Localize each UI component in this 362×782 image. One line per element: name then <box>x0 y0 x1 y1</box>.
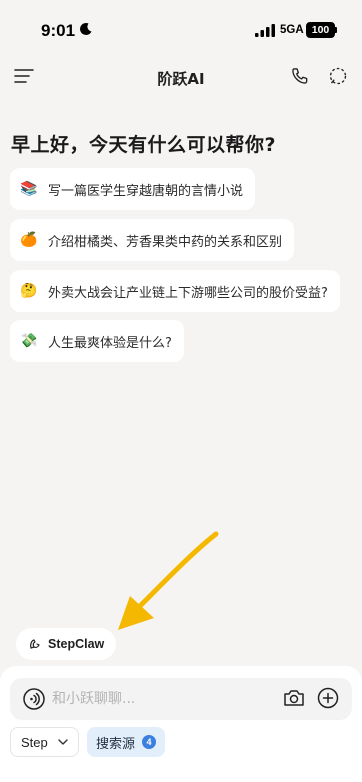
search-source-count-badge: 4 <box>142 735 157 749</box>
claw-icon <box>30 639 40 649</box>
greeting-heading: 早上好，今天有什么可以帮你? <box>11 134 277 156</box>
battery-level: 100 <box>311 23 330 36</box>
suggestion-text: 介绍柑橘类、芳香果类中药的关系和区别 <box>48 234 283 250</box>
chat-input[interactable] <box>52 686 262 712</box>
moon-icon <box>80 22 92 35</box>
suggestion-chip-3[interactable]: 🤔 外卖大战会让产业链上下游哪些公司的股价受益? <box>10 270 340 312</box>
model-select-value: Step <box>21 734 48 750</box>
books-icon: 📚 <box>20 181 38 197</box>
money-wings-icon: 💸 <box>20 333 38 349</box>
suggestion-text: 外卖大战会让产业链上下游哪些公司的股价受益? <box>48 285 328 301</box>
camera-icon[interactable] <box>283 688 305 708</box>
app-header: 阶跃AI <box>0 56 362 100</box>
thinking-face-icon: 🤔 <box>20 283 38 299</box>
status-bar: 9:01 5GA 100 <box>0 0 362 56</box>
voice-icon[interactable] <box>22 687 46 711</box>
annotation-arrow <box>118 531 219 630</box>
suggestion-chip-2[interactable]: 🍊 介绍柑橘类、芳香果类中药的关系和区别 <box>10 219 295 261</box>
search-source-label: 搜索源 <box>96 736 136 752</box>
plus-icon[interactable] <box>317 687 339 709</box>
suggestion-chip-4[interactable]: 💸 人生最爽体验是什么? <box>10 320 184 362</box>
phone-icon[interactable] <box>290 66 310 86</box>
suggestion-text: 人生最爽体验是什么? <box>48 335 172 351</box>
battery-tip <box>335 27 337 33</box>
battery-icon: 100 <box>306 22 335 38</box>
stepclaw-button[interactable]: StepClaw <box>16 628 117 660</box>
suggestion-chip-1[interactable]: 📚 写一篇医学生穿越唐朝的言情小说 <box>10 168 256 210</box>
status-time: 9:01 <box>41 21 76 40</box>
orange-icon: 🍊 <box>20 232 38 248</box>
chevron-down-icon <box>58 739 68 745</box>
network-label: 5GA <box>280 24 304 36</box>
stepclaw-label: StepClaw <box>48 637 105 651</box>
new-chat-icon[interactable] <box>328 66 348 86</box>
signal-icon <box>255 24 275 37</box>
model-select[interactable]: Step <box>10 727 79 757</box>
suggestion-text: 写一篇医学生穿越唐朝的言情小说 <box>48 183 244 199</box>
search-source-button[interactable]: 搜索源 4 <box>87 727 166 757</box>
